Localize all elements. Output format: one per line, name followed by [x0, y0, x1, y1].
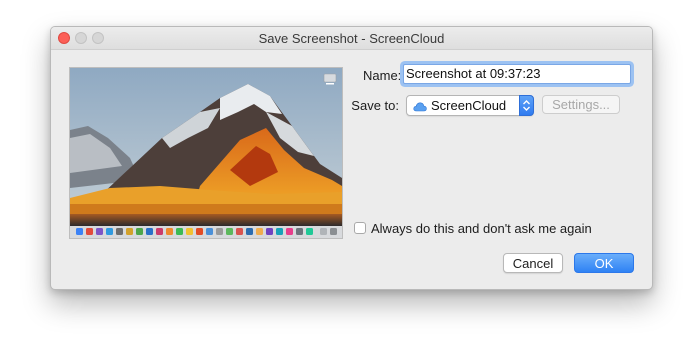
ok-button[interactable]: OK — [574, 253, 634, 273]
title-bar: Save Screenshot - ScreenCloud — [51, 27, 652, 50]
always-label[interactable]: Always do this and don't ask me again — [371, 221, 592, 236]
always-checkbox[interactable] — [354, 222, 366, 234]
cloud-icon — [413, 100, 427, 112]
name-label: Name: — [363, 68, 402, 83]
settings-button[interactable]: Settings... — [542, 95, 620, 114]
cancel-button[interactable]: Cancel — [503, 253, 563, 273]
chevron-updown-icon[interactable] — [519, 95, 534, 116]
save-to-label: Save to: — [351, 98, 399, 113]
save-to-select[interactable]: ScreenCloud — [406, 95, 534, 116]
save-to-value: ScreenCloud — [431, 98, 507, 113]
window-title: Save Screenshot - ScreenCloud — [258, 31, 445, 46]
name-input[interactable] — [403, 64, 631, 84]
save-screenshot-dialog: Save Screenshot - ScreenCloud Name: Scre… — [50, 26, 653, 290]
screenshot-thumbnail — [69, 67, 343, 239]
